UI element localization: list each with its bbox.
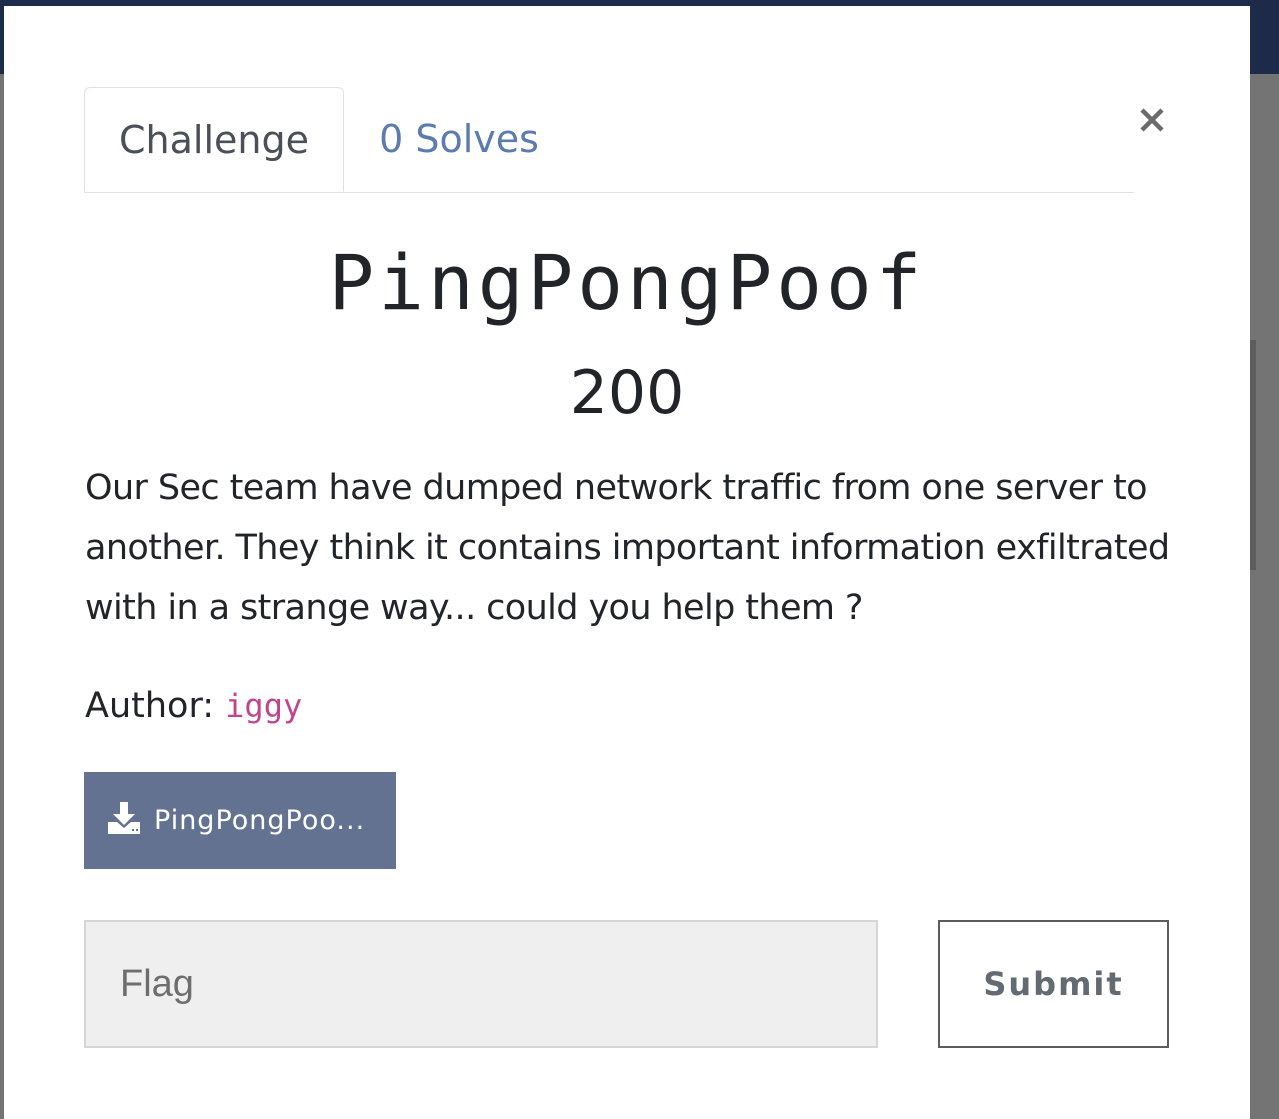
close-icon[interactable]	[1132, 100, 1172, 140]
submit-button[interactable]: Submit	[938, 920, 1169, 1048]
author-name: iggy	[225, 687, 303, 725]
challenge-modal: Challenge 0 Solves PingPongPoof 200 Our …	[4, 6, 1250, 1119]
author-label: Author:	[85, 686, 215, 726]
modal-tabs: Challenge 0 Solves	[84, 87, 1134, 193]
download-icon	[106, 800, 142, 841]
tab-solves[interactable]: 0 Solves	[344, 87, 574, 191]
challenge-description: Our Sec team have dumped network traffic…	[85, 468, 1170, 628]
tab-challenge[interactable]: Challenge	[84, 87, 344, 192]
challenge-title: PingPongPoof	[328, 238, 926, 327]
download-file-button[interactable]: PingPongPoo...	[84, 772, 396, 869]
tab-challenge-label: Challenge	[119, 117, 309, 162]
tab-solves-label: 0 Solves	[379, 117, 539, 161]
flag-input[interactable]	[84, 920, 878, 1048]
download-file-label: PingPongPoo...	[154, 805, 366, 836]
author-line: Author: iggy	[85, 686, 302, 726]
challenge-points: 200	[569, 358, 685, 428]
